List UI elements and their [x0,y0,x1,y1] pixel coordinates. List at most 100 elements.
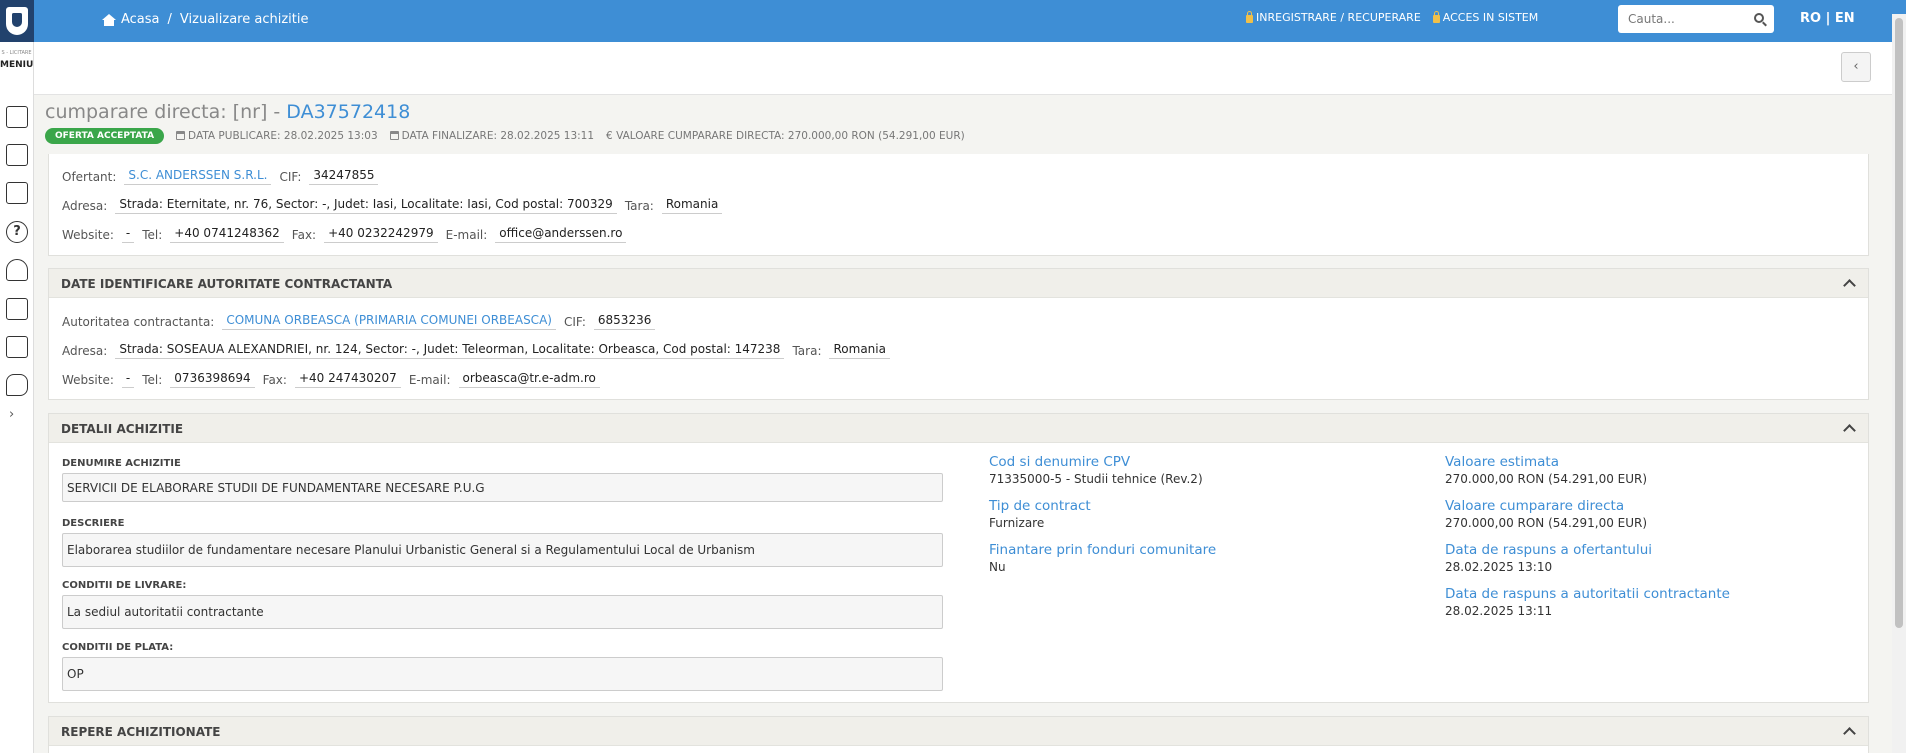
eu-funds-label: Finantare prin fonduri comunitare [989,542,1217,558]
sidebar-brand-label: S - LICITARE [1,50,32,56]
breadcrumb-home-label: Acasa [121,12,160,27]
ofertant-address-row: Adresa: Strada: Eternitate, nr. 76, Sect… [62,197,723,214]
fax-label: Fax: [291,227,317,242]
id-card-icon[interactable] [6,298,28,320]
chevron-up-icon[interactable] [1843,727,1856,740]
search-placeholder: Cauta... [1628,12,1675,26]
user-hierarchy-icon[interactable] [6,259,28,281]
authority-country: Romania [829,342,890,359]
website-label: Website: [62,372,114,387]
content-toolbar [34,42,1892,95]
bidder-response-date: 28.02.2025 13:10 [1445,560,1553,574]
tel-label: Tel: [142,227,163,242]
procurement-meta: OFERTA ACCEPTATA DATA PUBLICARE: 28.02.2… [45,128,965,144]
ofertant-row: Ofertant: S.C. ANDERSSEN S.R.L. CIF: 342… [62,168,379,185]
breadcrumb-current: Vizualizare achizitie [179,12,309,27]
tel-label: Tel: [142,372,163,387]
estimated-value-label: Valoare estimata [1445,454,1559,470]
cif-label: CIF: [563,314,586,329]
expand-sidebar-icon[interactable]: › [9,407,14,422]
items-panel: REPERE ACHIZITIONATE [48,716,1869,753]
search-icon[interactable] [1754,13,1764,23]
menu-button[interactable]: MENIU [0,60,33,70]
shield-logo-icon [6,7,28,35]
details-heading: DETALII ACHIZITIE [61,422,184,436]
authority-panel: DATE IDENTIFICARE AUTORITATE CONTRACTANT… [48,268,1869,400]
ofertant-fax: +40 0232242979 [324,226,438,243]
authority-email: orbeasca@tr.e-adm.ro [458,371,600,388]
authority-contact-row: Website: - Tel: 0736398694 Fax: +40 2474… [62,371,600,388]
bidder-response-label: Data de raspuns a ofertantului [1445,542,1653,558]
contract-type-value: Furnizare [989,516,1045,530]
publish-date-text: DATA PUBLICARE: 28.02.2025 13:03 [188,130,378,142]
livrare-field[interactable]: La sediul autoritatii contractante [62,595,943,629]
direct-value-block: Valoare cumparare directa 270.000,00 RON… [1445,498,1647,530]
denumire-label: DENUMIRE ACHIZITIE [62,458,181,469]
direct-value: 270.000,00 RON (54.291,00 EUR) [1445,516,1648,530]
title-prefix: cumparare directa: [nr] - [45,101,287,123]
items-panel-header[interactable]: REPERE ACHIZITIONATE [49,717,1868,746]
breadcrumb-home[interactable]: Acasa [102,12,160,27]
list-export-icon[interactable] [6,144,28,166]
login-link[interactable]: ACCES IN SISTEM [1432,10,1539,24]
scrollbar-thumb[interactable] [1895,18,1903,628]
chevron-up-icon[interactable] [1843,279,1856,292]
cpv-block: Cod si denumire CPV 71335000-5 - Studii … [989,454,1203,486]
authority-heading: DATE IDENTIFICARE AUTORITATE CONTRACTANT… [61,277,393,291]
authority-fax: +40 247430207 [294,371,401,388]
authority-response-block: Data de raspuns a autoritatii contractan… [1445,586,1730,618]
document-icon[interactable] [6,106,28,128]
plata-field[interactable]: OP [62,657,943,691]
breadcrumb: Acasa / Vizualizare achizitie [102,12,308,27]
authority-panel-header[interactable]: DATE IDENTIFICARE AUTORITATE CONTRACTANT… [49,269,1868,298]
country-label: Tara: [792,343,822,358]
page-scrollbar[interactable] [1892,14,1906,753]
direct-value-label: Valoare cumparare directa [1445,498,1625,514]
address-label: Adresa: [62,198,108,213]
finalize-date: DATA FINALIZARE: 28.02.2025 13:11 [389,130,594,142]
site-logo[interactable] [0,0,34,42]
calendar-icon [176,131,186,140]
ofertant-contact-row: Website: - Tel: +40 0741248362 Fax: +40 … [62,226,627,243]
chat-icon[interactable] [6,374,28,396]
calendar-icon [389,131,399,140]
details-panel-header[interactable]: DETALII ACHIZITIE [49,414,1868,443]
email-label: E-mail: [408,372,451,387]
collapse-panel-button[interactable]: ‹ [1841,52,1871,82]
help-icon[interactable]: ? [6,221,28,243]
status-badge: OFERTA ACCEPTATA [45,128,165,144]
authority-name-link[interactable]: COMUNA ORBEASCA (PRIMARIA COMUNEI ORBEAS… [222,313,556,330]
publish-date: DATA PUBLICARE: 28.02.2025 13:03 [176,130,378,142]
direct-purchase-value: € VALOARE CUMPARARE DIRECTA: 270.000,00 … [606,130,965,142]
authority-response-label: Data de raspuns a autoritatii contractan… [1445,586,1730,602]
search-input[interactable]: Cauta... [1618,5,1774,33]
estimated-value-block: Valoare estimata 270.000,00 RON (54.291,… [1445,454,1647,486]
details-panel: DETALII ACHIZITIE DENUMIRE ACHIZITIE SER… [48,413,1869,703]
chevron-up-icon[interactable] [1843,424,1856,437]
top-bar: Acasa / Vizualizare achizitie INREGISTRA… [0,0,1906,42]
livrare-label: CONDITII DE LIVRARE: [62,580,187,591]
bidder-response-block: Data de raspuns a ofertantului 28.02.202… [1445,542,1652,574]
authority-address: Strada: SOSEAUA ALEXANDRIEI, nr. 124, Se… [115,342,785,359]
register-link[interactable]: INREGISTRARE / RECUPERARE [1246,10,1421,24]
ofertant-email: office@anderssen.ro [495,226,627,243]
catalog-icon[interactable] [6,182,28,204]
language-switcher[interactable]: RO | EN [1800,11,1855,26]
denumire-field[interactable]: SERVICII DE ELABORARE STUDII DE FUNDAMEN… [62,473,943,502]
contract-type-block: Tip de contract Furnizare [989,498,1091,530]
ofertant-name-link[interactable]: S.C. ANDERSSEN S.R.L. [124,168,272,185]
ofertant-website: - [121,226,135,243]
auth-links: INREGISTRARE / RECUPERARE ACCES IN SISTE… [1246,10,1539,24]
country-label: Tara: [624,198,654,213]
lock-icon [1246,10,1253,23]
ofertant-panel: Ofertant: S.C. ANDERSSEN S.R.L. CIF: 342… [48,154,1869,256]
calendar-grid-icon[interactable] [6,336,28,358]
estimated-value: 270.000,00 RON (54.291,00 EUR) [1445,472,1648,486]
breadcrumb-separator: / [167,12,172,27]
descriere-field[interactable]: Elaborarea studiilor de fundamentare nec… [62,533,943,567]
address-label: Adresa: [62,343,108,358]
authority-label: Autoritatea contractanta: [62,314,215,329]
email-label: E-mail: [445,227,488,242]
login-link-label: ACCES IN SISTEM [1442,11,1539,24]
left-sidebar: S - LICITARE MENIU ? › [0,42,34,753]
